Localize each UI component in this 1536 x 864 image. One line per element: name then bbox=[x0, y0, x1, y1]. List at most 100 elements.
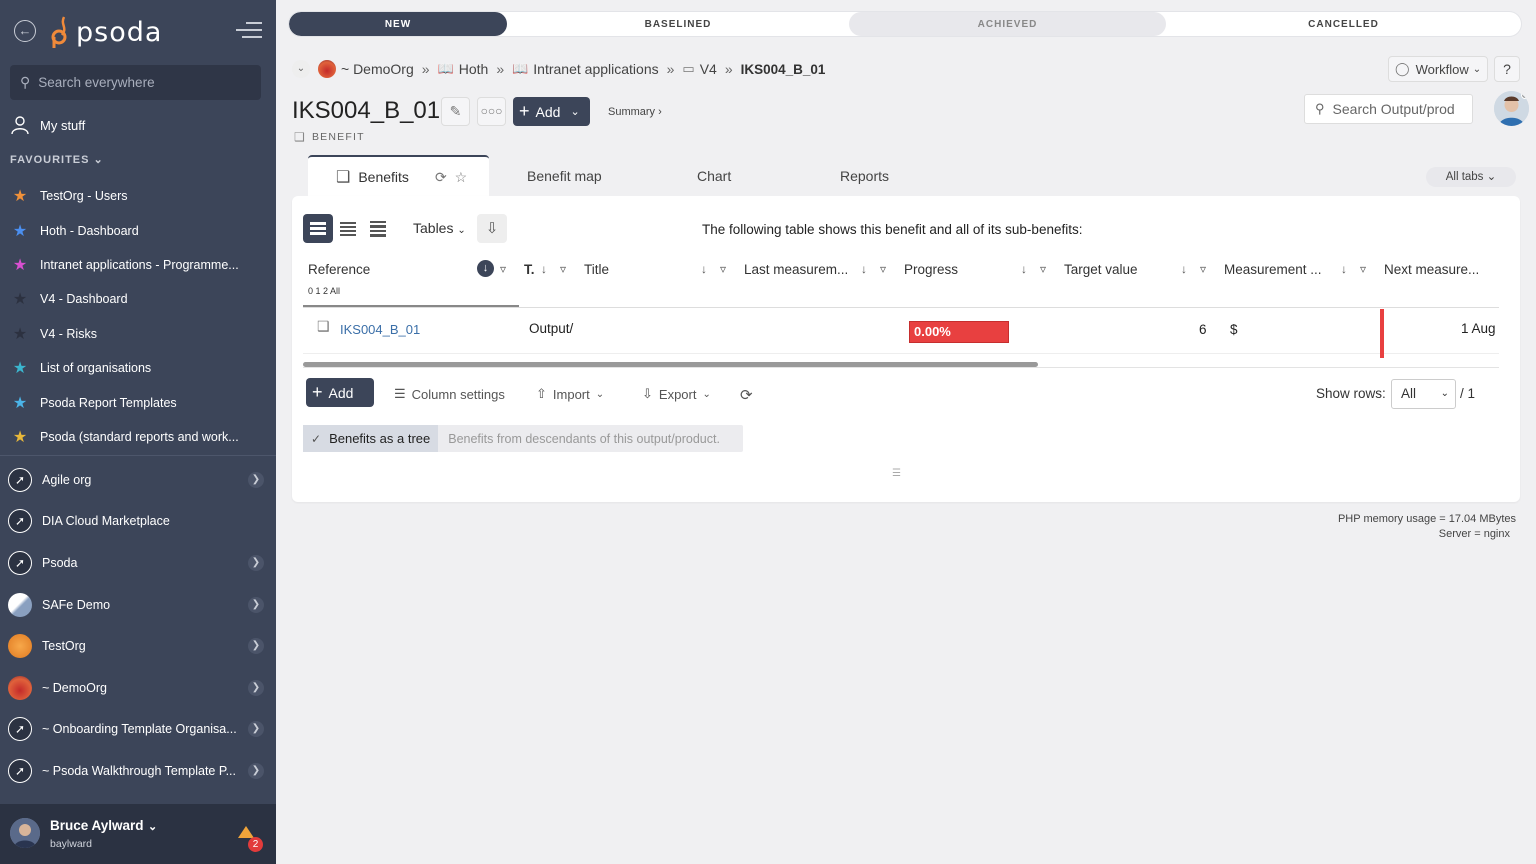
user-panel[interactable]: Bruce Aylward ⌄ baylward 2 bbox=[0, 804, 276, 864]
density-compact-button[interactable] bbox=[333, 214, 363, 243]
favourite-item[interactable]: ★ V4 - Dashboard bbox=[10, 282, 266, 316]
hierarchy-levels[interactable]: 0 1 2 All bbox=[308, 286, 340, 296]
table-add-button[interactable]: + Add bbox=[306, 378, 374, 407]
column-header[interactable]: Title bbox=[584, 262, 609, 277]
chevron-right-icon[interactable]: ❯ bbox=[248, 638, 264, 655]
column-header[interactable]: Progress bbox=[904, 262, 958, 277]
breadcrumb-item[interactable]: Intranet applications bbox=[533, 61, 658, 77]
star-outline-icon[interactable]: ☆ bbox=[455, 169, 468, 186]
breadcrumb-item[interactable]: Hoth bbox=[459, 61, 489, 77]
sort-icon[interactable]: ↓ bbox=[701, 262, 707, 276]
org-item[interactable]: ➚ Psoda ❯ bbox=[8, 542, 270, 584]
org-item[interactable]: ➚ ~ Psoda Walkthrough Template P... ❯ bbox=[8, 750, 270, 792]
stage-cancelled[interactable]: CANCELLED bbox=[1166, 12, 1521, 36]
filter-icon[interactable]: ▿ bbox=[1040, 262, 1046, 276]
row-reference-link[interactable]: IKS004_B_01 bbox=[340, 322, 420, 337]
star-icon: ★ bbox=[12, 360, 28, 378]
chevron-right-icon[interactable]: ❯ bbox=[248, 471, 264, 488]
menu-collapse-icon[interactable] bbox=[236, 22, 262, 40]
tab-reports[interactable]: Reports bbox=[840, 155, 889, 197]
org-item[interactable]: ➚ ~ Onboarding Template Organisa... ❯ bbox=[8, 709, 270, 751]
horizontal-scrollbar[interactable] bbox=[303, 362, 1038, 367]
column-header[interactable]: Reference bbox=[308, 262, 370, 277]
column-header[interactable]: Target value bbox=[1064, 262, 1138, 277]
chevron-down-icon[interactable]: ⌄ bbox=[292, 60, 310, 78]
column-header[interactable]: Next measure... bbox=[1384, 262, 1479, 277]
favourite-item[interactable]: ★ Psoda Report Templates bbox=[10, 385, 266, 419]
sort-desc-icon[interactable]: ↓ bbox=[477, 260, 494, 277]
export-button[interactable]: ⇩ Export ⌄ bbox=[642, 386, 711, 402]
favourite-item[interactable]: ★ Intranet applications - Programme... bbox=[10, 248, 266, 282]
sort-icon[interactable]: ↓ bbox=[1181, 262, 1187, 276]
filter-icon[interactable]: ▿ bbox=[500, 262, 506, 276]
sort-icon[interactable]: ↓ bbox=[1021, 262, 1027, 276]
stage-new[interactable]: NEW bbox=[289, 12, 507, 36]
my-stuff-link[interactable]: My stuff bbox=[10, 114, 85, 136]
favourite-label: Intranet applications - Programme... bbox=[40, 257, 239, 272]
favourite-item[interactable]: ★ Hoth - Dashboard bbox=[10, 213, 266, 247]
density-comfortable-button[interactable] bbox=[303, 214, 333, 243]
tree-mode-off-button[interactable]: Benefits from descendants of this output… bbox=[438, 432, 720, 446]
refresh-icon[interactable]: ⟳ bbox=[740, 386, 753, 404]
chevron-down-icon[interactable]: ⌄ bbox=[148, 820, 157, 833]
chevron-right-icon[interactable]: ❯ bbox=[248, 762, 264, 779]
avatar[interactable] bbox=[1494, 91, 1529, 126]
favourite-item[interactable]: ★ List of organisations bbox=[10, 351, 266, 385]
sunset-icon bbox=[8, 675, 32, 700]
filter-icon[interactable]: ▿ bbox=[1360, 262, 1366, 276]
org-item[interactable]: ~ DemoOrg ❯ bbox=[8, 667, 270, 709]
favourite-item[interactable]: ★ Psoda (standard reports and work... bbox=[10, 420, 266, 454]
psoda-logo[interactable]: psoda bbox=[50, 14, 162, 50]
chevron-right-icon[interactable]: ❯ bbox=[248, 721, 264, 738]
favourite-item[interactable]: ★ TestOrg - Users bbox=[10, 179, 266, 213]
filter-icon[interactable]: ▿ bbox=[1200, 262, 1206, 276]
density-dense-button[interactable] bbox=[363, 214, 393, 243]
org-item[interactable]: SAFe Demo ❯ bbox=[8, 584, 270, 626]
stage-achieved[interactable]: ACHIEVED bbox=[849, 12, 1166, 36]
download-circle-icon[interactable]: ⇩ bbox=[477, 214, 507, 243]
breadcrumb-org[interactable]: ~ DemoOrg bbox=[341, 61, 414, 77]
org-item[interactable]: ➚ DIA Cloud Marketplace bbox=[8, 501, 270, 543]
add-button[interactable]: + Add ⌄ bbox=[513, 97, 590, 126]
breadcrumb-item[interactable]: V4 bbox=[700, 61, 717, 77]
chevron-right-icon[interactable]: ❯ bbox=[248, 679, 264, 696]
back-icon[interactable]: ← bbox=[14, 20, 36, 42]
global-search-input[interactable]: ⚲ Search everywhere bbox=[10, 65, 261, 100]
more-options-button[interactable]: ○○○ bbox=[477, 97, 506, 126]
column-settings-button[interactable]: ☰ Column settings bbox=[394, 386, 505, 402]
output-search-input[interactable]: ⚲ Search Output/prod bbox=[1304, 94, 1473, 124]
column-header[interactable]: Measurement ... bbox=[1224, 262, 1322, 277]
column-header[interactable]: Last measurem... bbox=[744, 262, 848, 277]
tree-mode-on-button[interactable]: ✓ Benefits as a tree bbox=[303, 425, 439, 452]
favourite-item[interactable]: ★ V4 - Risks bbox=[10, 317, 266, 351]
stage-baselined[interactable]: BASELINED bbox=[507, 12, 849, 36]
refresh-icon[interactable]: ⟳ bbox=[435, 169, 447, 186]
favourites-heading[interactable]: FAVOURITES ⌄ bbox=[10, 153, 104, 166]
all-tabs-dropdown[interactable]: All tabs ⌄ bbox=[1426, 167, 1516, 187]
tables-dropdown[interactable]: Tables ⌄ bbox=[413, 220, 466, 236]
chevron-right-icon[interactable]: ❯ bbox=[248, 554, 264, 571]
table-header: Reference ↓ ▿ T. ↓ ▿ Title ↓ ▿ Last meas… bbox=[303, 252, 1499, 308]
tab-benefits[interactable]: ❑ Benefits ⟳ ☆ bbox=[308, 155, 489, 197]
sort-icon[interactable]: ↓ bbox=[1341, 262, 1347, 276]
import-button[interactable]: ⇧ Import ⌄ bbox=[536, 386, 604, 402]
edit-button[interactable]: ✎ bbox=[441, 97, 470, 126]
sort-icon[interactable]: ↓ bbox=[541, 262, 547, 276]
help-button[interactable]: ? bbox=[1494, 56, 1520, 82]
filter-icon[interactable]: ▿ bbox=[880, 262, 886, 276]
org-item[interactable]: ➚ Agile org ❯ bbox=[8, 459, 270, 501]
filter-icon[interactable]: ▿ bbox=[720, 262, 726, 276]
sort-icon[interactable]: ↓ bbox=[861, 262, 867, 276]
tab-chart[interactable]: Chart bbox=[697, 155, 731, 197]
summary-link[interactable]: Summary › bbox=[608, 106, 662, 118]
filter-icon[interactable]: ▿ bbox=[560, 262, 566, 276]
org-item[interactable]: TestOrg ❯ bbox=[8, 625, 270, 667]
column-header[interactable]: T. bbox=[524, 262, 535, 277]
workflow-button[interactable]: ◯ Workflow ⌄ bbox=[1388, 56, 1488, 82]
resize-grip-icon[interactable]: ☰ bbox=[892, 468, 901, 479]
show-rows-select[interactable]: All ⌄ bbox=[1391, 379, 1456, 409]
tab-benefit-map[interactable]: Benefit map bbox=[527, 155, 602, 197]
server-info: PHP memory usage = 17.04 MBytes Server =… bbox=[1300, 512, 1516, 542]
table-row[interactable]: ❑ IKS004_B_01 Output/ 0.00% 6 $ 1 Aug bbox=[303, 309, 1499, 358]
chevron-right-icon[interactable]: ❯ bbox=[248, 596, 264, 613]
